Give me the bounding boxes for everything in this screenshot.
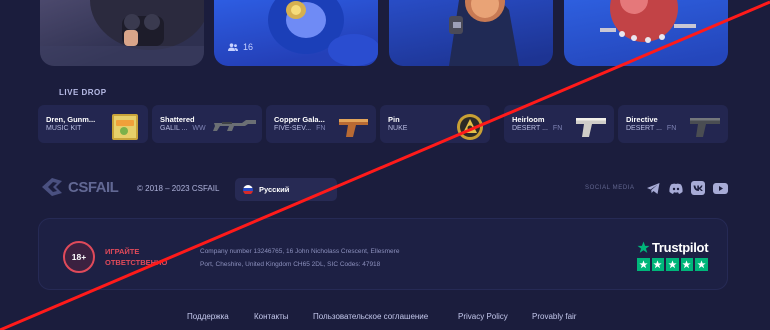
- live-drop-item[interactable]: Copper Gala... FIVE-SEV... FN: [266, 105, 376, 143]
- drop-item-weapon: GALIL ...: [160, 125, 188, 132]
- star-icon: [651, 258, 664, 271]
- live-drop-item[interactable]: Shattered GALIL ... WW: [152, 105, 262, 143]
- company-info-line1: Company number 13246765, 16 John Nichola…: [200, 248, 400, 255]
- live-drop-item[interactable]: Heirloom DESERT ... FN: [504, 105, 614, 143]
- discord-icon[interactable]: [668, 180, 684, 196]
- users-count-badge: 16: [228, 42, 253, 52]
- drop-item-name: Copper Gala...: [274, 115, 325, 124]
- live-drop-item[interactable]: Directive DESERT ... FN: [618, 105, 728, 143]
- drop-item-weapon: DESERT ...: [626, 125, 662, 132]
- drop-item-type: MUSIC KIT: [46, 125, 82, 132]
- vk-icon[interactable]: [690, 180, 706, 196]
- case-art-binoculars: [40, 0, 204, 66]
- drop-item-wear: WW: [192, 125, 206, 132]
- drop-item-wear: FN: [316, 125, 326, 132]
- star-icon: [680, 258, 693, 271]
- drop-item-name: Heirloom: [512, 115, 545, 124]
- pin-thumbnail: [457, 114, 483, 140]
- csfail-logo-icon: [42, 178, 62, 196]
- case-card[interactable]: 16: [214, 0, 378, 66]
- footer-link-contacts[interactable]: Контакты: [254, 312, 289, 321]
- drop-item-wear: FN: [552, 125, 563, 132]
- drop-item-sub: GALIL ... WW: [160, 125, 206, 132]
- social-media-title: SOCIAL MEDIA: [585, 185, 635, 191]
- footer-link-provably-fair[interactable]: Provably fair: [532, 312, 576, 321]
- deagle-thumbnail: [576, 118, 606, 137]
- drop-item-sub: NUKE: [388, 125, 407, 132]
- users-icon: [228, 43, 238, 51]
- drop-item-weapon: DESERT ...: [512, 125, 548, 132]
- users-count: 16: [243, 42, 254, 52]
- footer-link-terms[interactable]: Пользовательское соглашение: [313, 312, 428, 321]
- music-kit-thumbnail: [112, 114, 138, 140]
- case-art-robot: [600, 0, 696, 43]
- drop-item-sub: FIVE-SEV... FN: [274, 125, 325, 132]
- trustpilot-rating: [637, 258, 708, 271]
- drop-item-name: Shattered: [160, 115, 195, 124]
- drop-item-name: Directive: [626, 115, 658, 124]
- star-icon: [637, 258, 650, 271]
- rifle-thumbnail: [213, 120, 256, 131]
- trustpilot-widget[interactable]: Trustpilot: [637, 240, 709, 271]
- case-art-soldier: [449, 0, 519, 66]
- drop-item-weapon: FIVE-SEV...: [274, 125, 312, 132]
- company-info: Company number 13246765, 16 John Nichola…: [200, 245, 460, 271]
- language-select[interactable]: Русский: [235, 178, 337, 201]
- drop-item-sub: DESERT ... FN: [512, 125, 562, 132]
- drop-item-sub: DESERT ... FN: [626, 125, 676, 132]
- drop-item-wear: FN: [666, 125, 677, 132]
- drop-item-sub: MUSIC KIT: [46, 125, 81, 132]
- drop-item-name: Pin: [388, 115, 400, 124]
- play-responsibly-line1: ИГРАЙТЕ: [105, 247, 140, 256]
- live-drop-item[interactable]: Pin NUKE: [380, 105, 490, 143]
- trustpilot-star-icon: [637, 241, 650, 253]
- case-card[interactable]: [564, 0, 728, 66]
- pistol-thumbnail: [339, 119, 368, 137]
- age-restriction-badge: 18+: [63, 241, 95, 273]
- play-responsibly-text[interactable]: ИГРАЙТЕ ОТВЕТСТВЕННО: [105, 246, 167, 268]
- star-icon: [666, 258, 679, 271]
- drop-item-name: Dren, Gunm...: [46, 115, 96, 124]
- play-responsibly-line2: ОТВЕТСТВЕННО: [105, 258, 168, 267]
- site-logo[interactable]: CSFAIL: [40, 177, 119, 197]
- case-cards: 16: [40, 0, 730, 66]
- deagle-thumbnail: [690, 118, 720, 137]
- case-art-capsule: [268, 0, 378, 66]
- company-info-line2: Port, Cheshire, United Kingdom CH65 2DL,…: [200, 261, 381, 268]
- live-drop-item[interactable]: Dren, Gunm... MUSIC KIT: [38, 105, 148, 143]
- language-label: Русский: [259, 185, 290, 194]
- footer-link-support[interactable]: Поддержка: [187, 312, 229, 321]
- footer-link-privacy[interactable]: Privacy Policy: [458, 312, 508, 321]
- telegram-icon[interactable]: [645, 180, 661, 196]
- trustpilot-label: Trustpilot: [652, 240, 709, 255]
- case-card[interactable]: [40, 0, 204, 66]
- copyright: © 2018 – 2023 CSFAIL: [137, 184, 220, 193]
- russia-flag-icon: [243, 184, 253, 195]
- drop-item-type: NUKE: [388, 125, 408, 132]
- live-drop-title: LIVE DROP: [59, 88, 107, 97]
- star-icon: [695, 258, 708, 271]
- youtube-icon[interactable]: [712, 180, 728, 196]
- case-card[interactable]: [389, 0, 553, 66]
- logo-text: CSFAIL: [68, 178, 119, 196]
